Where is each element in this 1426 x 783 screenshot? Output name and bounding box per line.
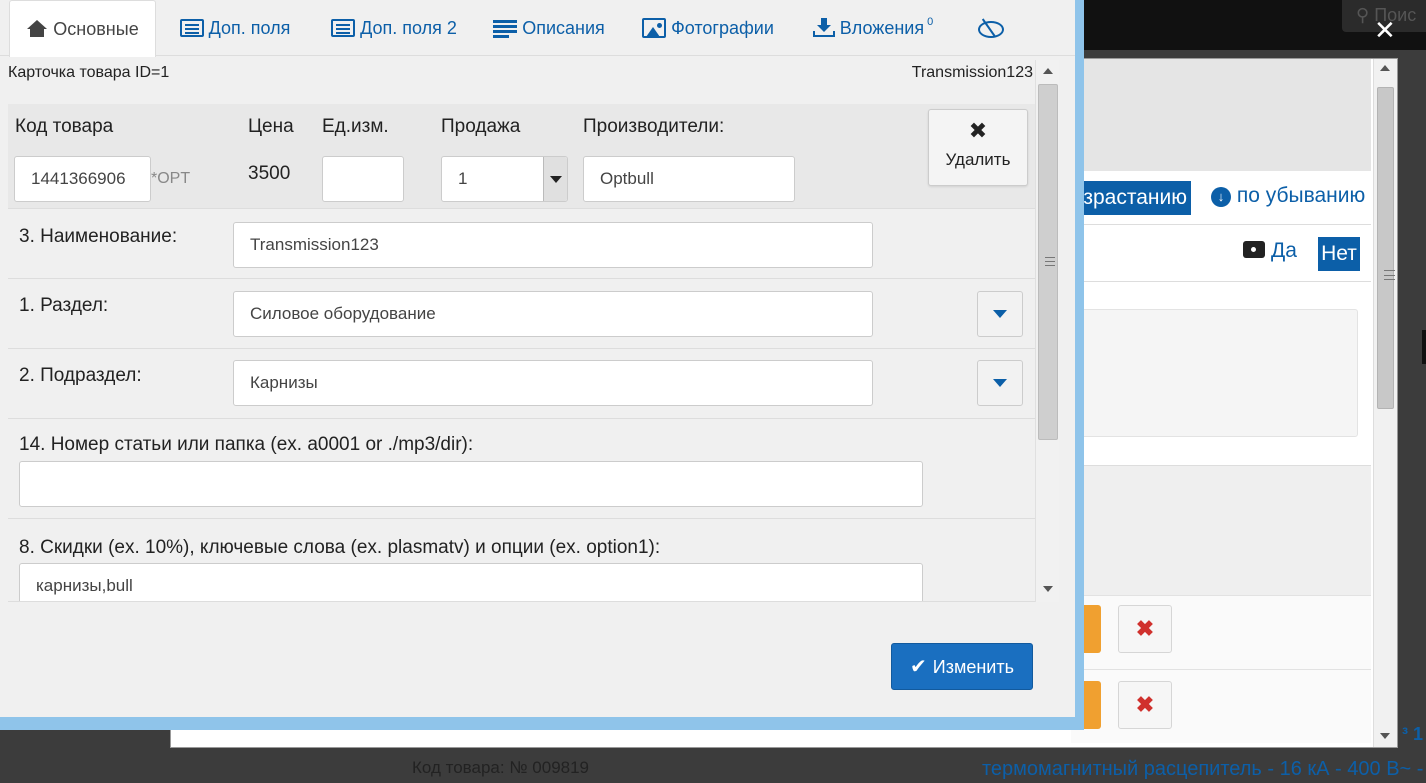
background-scrollbar[interactable] xyxy=(1373,59,1397,747)
subsection-label: 2. Подраздел: xyxy=(19,365,142,386)
article-input[interactable] xyxy=(19,461,923,507)
article-row: 14. Номер статьи или папка (ex. a0001 or… xyxy=(8,419,1035,519)
discount-row: 8. Скидки (ex. 10%), ключевые слова (ex.… xyxy=(8,519,1035,602)
name-row: 3. Наименование: Transmission123 xyxy=(8,210,1035,279)
subsection-dropdown-button[interactable] xyxy=(977,360,1023,406)
save-button[interactable]: ✔ Изменить xyxy=(891,643,1033,690)
home-icon xyxy=(26,20,48,38)
background-product-description[interactable]: термомагнитный расцепитель - 16 кА - 400… xyxy=(982,758,1426,781)
form-scrollbar[interactable] xyxy=(1035,60,1059,602)
subsection-row: 2. Подраздел: Карнизы xyxy=(8,349,1035,419)
delete-item-button[interactable]: ✖ xyxy=(1118,605,1172,653)
background-text-fragment: ³ 1 xyxy=(1402,724,1424,744)
product-edit-dialog: Основные Доп. поля Доп. поля 2 Описания … xyxy=(0,0,1084,730)
section-row: 1. Раздел: Силовое оборудование xyxy=(8,279,1035,349)
price-value: 3500 xyxy=(248,163,291,184)
eye-slash-icon xyxy=(977,19,1004,38)
tab-bar: Основные Доп. поля Доп. поля 2 Описания … xyxy=(0,0,1075,57)
close-icon: ✖ xyxy=(968,119,988,144)
tab-label: Основные xyxy=(53,18,139,39)
grip-icon xyxy=(1045,257,1055,266)
background-panel-2 xyxy=(1071,465,1371,595)
tab-photos[interactable]: Фотографии xyxy=(638,0,778,56)
section-label: 1. Раздел: xyxy=(19,295,109,316)
code-suffix: *OPT xyxy=(151,170,191,187)
scroll-down-arrow-icon[interactable] xyxy=(1380,733,1390,739)
subsection-input[interactable]: Карнизы xyxy=(233,360,873,406)
manufacturer-label: Производители: xyxy=(583,116,725,137)
delete-item-button[interactable]: ✖ xyxy=(1118,681,1172,729)
tab-descriptions[interactable]: Описания xyxy=(490,0,608,56)
divider xyxy=(1071,281,1371,282)
background-edge xyxy=(1422,330,1426,364)
card-title: Карточка товара ID=1 xyxy=(8,64,170,81)
list-item xyxy=(1071,595,1371,669)
scrollbar-thumb[interactable] xyxy=(1038,84,1058,440)
grip-icon xyxy=(1384,270,1395,280)
align-left-icon xyxy=(493,19,518,38)
check-icon: ✔ xyxy=(910,654,927,678)
sort-descending-label: по убыванию xyxy=(1236,184,1366,207)
name-input[interactable]: Transmission123 xyxy=(233,222,873,268)
dialog-body: Основные Доп. поля Доп. поля 2 Описания … xyxy=(0,0,1075,717)
background-header-panel xyxy=(1071,59,1371,171)
photo-filter-no-button[interactable]: Нет xyxy=(1318,237,1360,271)
sort-ascending-button[interactable]: озрастанию xyxy=(1071,181,1191,215)
tab-label: Фотографии xyxy=(671,17,774,38)
list-icon xyxy=(179,19,204,37)
manufacturer-input[interactable]: Optbull xyxy=(583,156,795,202)
download-icon xyxy=(812,18,835,38)
arrow-circle-down-icon: ↓ xyxy=(1211,187,1231,207)
section-dropdown-button[interactable] xyxy=(977,291,1023,337)
scroll-down-arrow-icon[interactable] xyxy=(1043,586,1053,592)
camera-icon xyxy=(1243,241,1265,258)
background-panel xyxy=(1071,309,1358,437)
main-fields-row: Код товара 1441366906 *OPT Цена 3500 Ед.… xyxy=(8,104,1035,209)
tab-extra-fields-2[interactable]: Доп. поля 2 xyxy=(324,0,464,56)
sale-label: Продажа xyxy=(441,116,521,137)
close-icon[interactable]: ✕ xyxy=(1374,18,1396,44)
tab-label: Доп. поля xyxy=(208,17,291,38)
price-label: Цена xyxy=(248,116,294,137)
tab-extra-fields[interactable]: Доп. поля xyxy=(172,0,298,56)
code-label: Код товара xyxy=(15,116,114,137)
delete-button[interactable]: ✖ Удалить xyxy=(928,109,1028,186)
list-item xyxy=(1071,669,1371,743)
sort-descending-link[interactable]: ↓ по убыванию xyxy=(1211,184,1365,208)
sale-select[interactable]: 1 xyxy=(441,156,568,202)
save-button-label: Изменить xyxy=(932,657,1014,677)
dropdown-arrow-icon[interactable] xyxy=(543,157,567,201)
tab-label: Вложения xyxy=(839,17,925,38)
picture-icon xyxy=(642,18,667,38)
scroll-up-arrow-icon[interactable] xyxy=(1043,68,1053,74)
delete-button-label: Удалить xyxy=(945,150,1011,169)
list-icon xyxy=(331,19,356,37)
card-product-name: Transmission123 xyxy=(911,64,1033,81)
name-label: 3. Наименование: xyxy=(19,226,178,247)
tab-label: Доп. поля 2 xyxy=(360,17,457,38)
section-input[interactable]: Силовое оборудование xyxy=(233,291,873,337)
photo-filter-yes[interactable]: Да xyxy=(1243,239,1297,263)
discount-input[interactable]: карнизы,bull xyxy=(19,563,923,602)
code-input[interactable]: 1441366906 xyxy=(14,156,151,202)
background-product-code: Код товара: № 009819 xyxy=(412,758,590,777)
unit-input[interactable] xyxy=(322,156,404,202)
divider xyxy=(1071,224,1371,225)
sale-select-value: 1 xyxy=(458,169,468,188)
scroll-up-arrow-icon[interactable] xyxy=(1380,65,1390,71)
attachments-count-badge: 0 xyxy=(927,16,934,28)
tab-attachments[interactable]: Вложения 0 xyxy=(808,0,938,56)
tab-label: Описания xyxy=(522,17,605,38)
tab-main[interactable]: Основные xyxy=(9,0,156,57)
article-label: 14. Номер статьи или папка (ex. a0001 or… xyxy=(19,434,474,455)
photo-yes-label: Да xyxy=(1271,239,1297,262)
unit-label: Ед.изм. xyxy=(322,116,389,137)
tab-visibility[interactable] xyxy=(966,0,1018,56)
scrollbar-thumb[interactable] xyxy=(1377,87,1395,409)
discount-label: 8. Скидки (ex. 10%), ключевые слова (ex.… xyxy=(19,537,661,558)
divider xyxy=(8,601,1059,602)
